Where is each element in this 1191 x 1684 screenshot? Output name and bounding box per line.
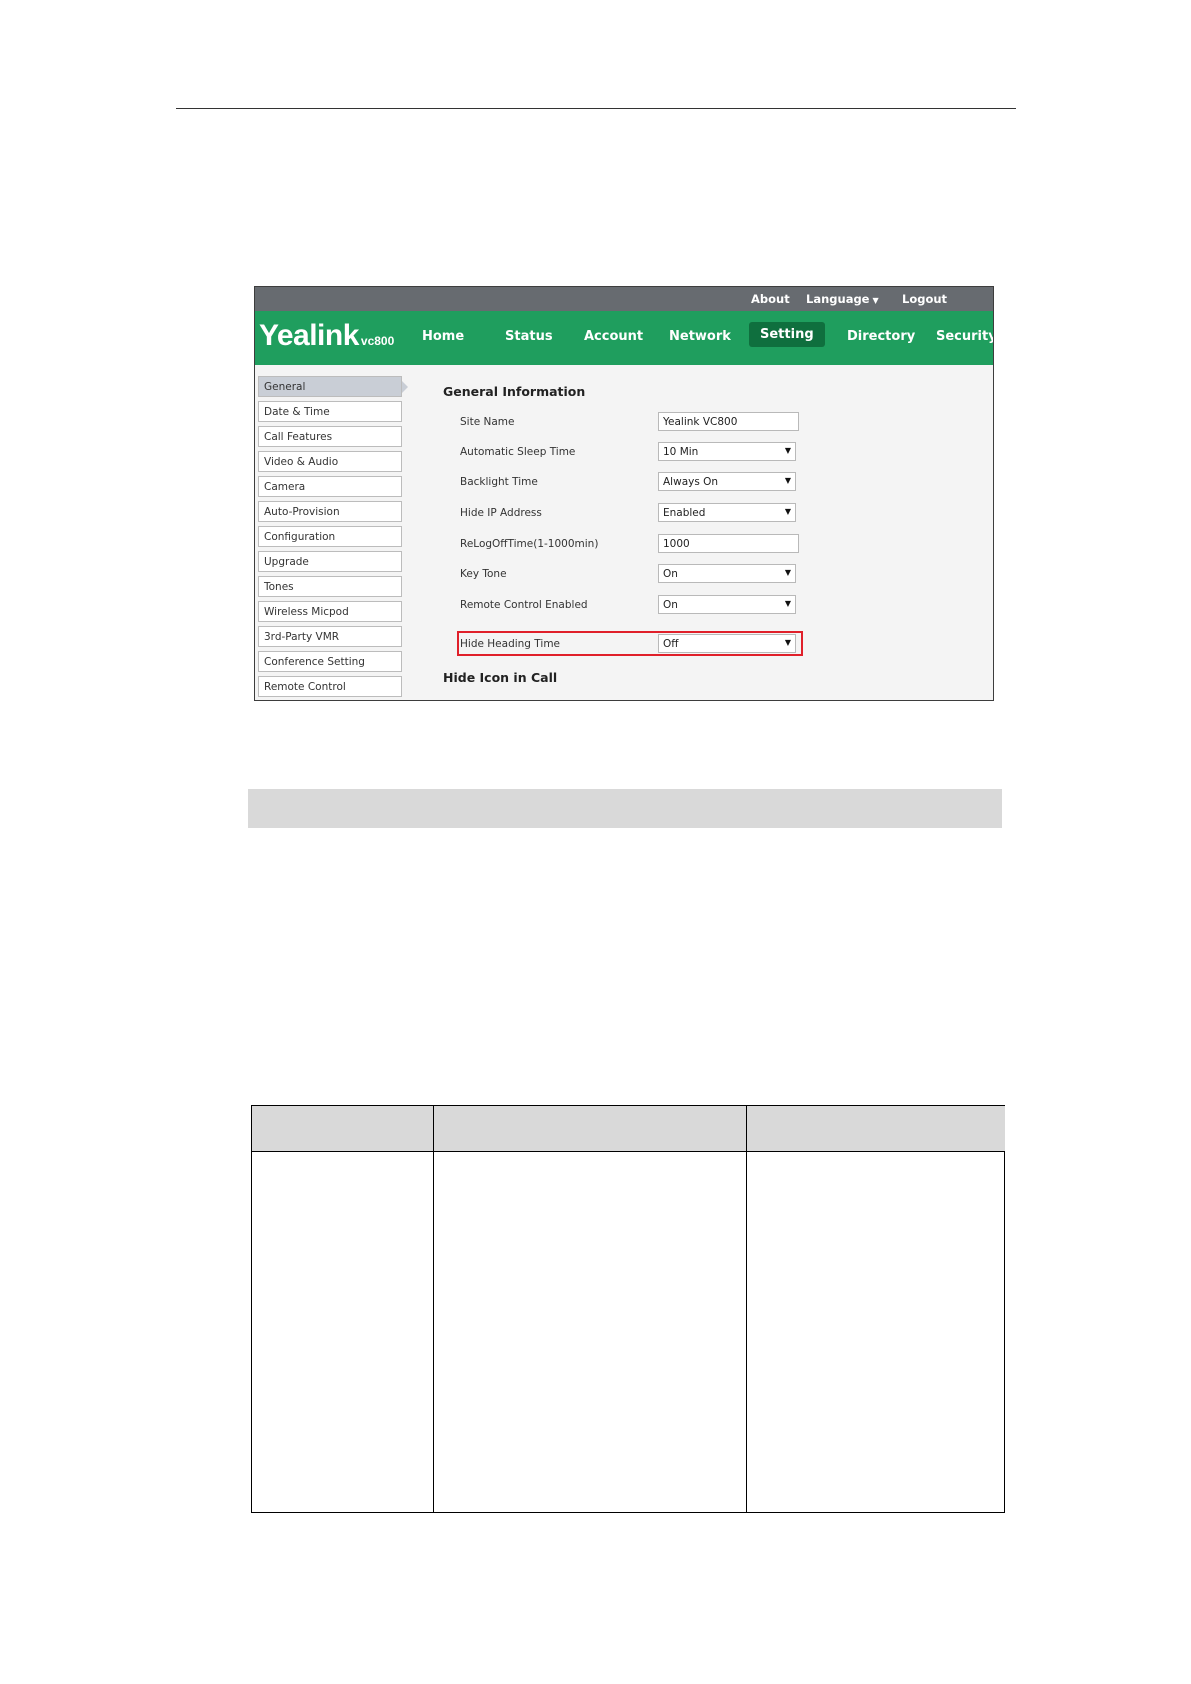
table-column-divider xyxy=(746,1106,747,1512)
highlight-box xyxy=(457,631,803,656)
key-tone-label: Key Tone xyxy=(460,568,507,580)
sleep-time-value: 10 Min xyxy=(663,446,699,458)
key-tone-value: On xyxy=(663,568,678,580)
sidebar-item-auto-provision[interactable]: Auto-Provision xyxy=(258,501,402,522)
row-remote-control-enabled: Remote Control Enabled On ▼ xyxy=(460,595,800,617)
logo-model: vc800 xyxy=(360,334,395,348)
backlight-time-label: Backlight Time xyxy=(460,476,538,488)
row-backlight-time: Backlight Time Always On ▼ xyxy=(460,472,800,494)
hide-ip-select[interactable]: Enabled ▼ xyxy=(658,503,796,522)
web-ui-screenshot: About Language ▼ Logout Yealink vc800 Home… xyxy=(254,286,994,701)
logo-wordmark: Yealink xyxy=(259,319,359,352)
tab-home[interactable]: Home xyxy=(422,329,464,344)
about-link[interactable]: About xyxy=(751,292,790,306)
table-header-cell xyxy=(434,1106,746,1151)
sleep-time-select[interactable]: 10 Min ▼ xyxy=(658,442,796,461)
chevron-down-icon: ▼ xyxy=(872,296,879,305)
backlight-time-select[interactable]: Always On ▼ xyxy=(658,472,796,491)
relogoff-time-input[interactable]: 1000 xyxy=(658,534,799,553)
tab-setting[interactable]: Setting xyxy=(749,322,825,347)
sidebar-item-tones[interactable]: Tones xyxy=(258,576,402,597)
yealink-logo: Yealink vc800 xyxy=(259,319,394,353)
table-column-divider xyxy=(433,1106,434,1512)
sidebar-item-call-features[interactable]: Call Features xyxy=(258,426,402,447)
sidebar-item-general[interactable]: General xyxy=(258,376,408,397)
settings-sidebar: General Date & Time Call Features Video … xyxy=(258,376,408,700)
parameter-table xyxy=(251,1105,1005,1513)
dropdown-arrow-icon: ▼ xyxy=(784,476,791,485)
main-nav: Yealink vc800 Home Status Account Network… xyxy=(255,311,993,365)
tab-network[interactable]: Network xyxy=(669,329,731,344)
sidebar-item-remote-control[interactable]: Remote Control xyxy=(258,676,402,697)
remote-control-value: On xyxy=(663,599,678,611)
remote-control-select[interactable]: On ▼ xyxy=(658,595,796,614)
sleep-time-label: Automatic Sleep Time xyxy=(460,446,576,458)
backlight-time-value: Always On xyxy=(663,476,719,488)
dropdown-arrow-icon: ▼ xyxy=(784,568,791,577)
site-name-input[interactable]: Yealink VC800 xyxy=(658,412,799,431)
sidebar-item-date-time[interactable]: Date & Time xyxy=(258,401,402,422)
section-hide-icon-in-call: Hide Icon in Call xyxy=(443,670,558,685)
row-sleep-time: Automatic Sleep Time 10 Min ▼ xyxy=(460,442,800,464)
sidebar-item-upgrade[interactable]: Upgrade xyxy=(258,551,402,572)
table-header-cell xyxy=(747,1106,1005,1151)
remote-control-label: Remote Control Enabled xyxy=(460,599,588,611)
dropdown-arrow-icon: ▼ xyxy=(784,446,791,455)
language-menu[interactable]: Language ▼ xyxy=(806,292,879,306)
key-tone-select[interactable]: On ▼ xyxy=(658,564,796,583)
tab-account[interactable]: Account xyxy=(584,329,643,344)
row-key-tone: Key Tone On ▼ xyxy=(460,564,800,586)
dropdown-arrow-icon: ▼ xyxy=(784,599,791,608)
row-hide-ip: Hide IP Address Enabled ▼ xyxy=(460,503,800,525)
row-relogoff-time: ReLogOffTime(1-1000min) 1000 xyxy=(460,534,800,556)
table-header-divider xyxy=(252,1151,1004,1152)
sidebar-item-video-audio[interactable]: Video & Audio xyxy=(258,451,402,472)
dropdown-arrow-icon: ▼ xyxy=(784,507,791,516)
sidebar-item-wireless-micpod[interactable]: Wireless Micpod xyxy=(258,601,402,622)
language-label: Language xyxy=(806,292,870,306)
relogoff-time-label: ReLogOffTime(1-1000min) xyxy=(460,538,599,550)
site-name-label: Site Name xyxy=(460,416,515,428)
page-header-rule xyxy=(176,108,1016,109)
section-general-information: General Information xyxy=(443,384,586,399)
sidebar-item-camera[interactable]: Camera xyxy=(258,476,402,497)
top-bar: About Language ▼ Logout xyxy=(255,287,993,311)
hide-ip-value: Enabled xyxy=(663,507,706,519)
tab-status[interactable]: Status xyxy=(505,329,553,344)
table-header-cell xyxy=(252,1106,433,1151)
sidebar-item-configuration[interactable]: Configuration xyxy=(258,526,402,547)
tab-security[interactable]: Security xyxy=(936,329,993,344)
sidebar-item-conference-setting[interactable]: Conference Setting xyxy=(258,651,402,672)
tab-directory[interactable]: Directory xyxy=(847,329,915,344)
row-site-name: Site Name Yealink VC800 xyxy=(460,412,800,434)
sidebar-item-3rd-party-vmr[interactable]: 3rd-Party VMR xyxy=(258,626,402,647)
hide-ip-label: Hide IP Address xyxy=(460,507,542,519)
logout-link[interactable]: Logout xyxy=(902,292,947,306)
shaded-heading-band xyxy=(248,789,1002,828)
